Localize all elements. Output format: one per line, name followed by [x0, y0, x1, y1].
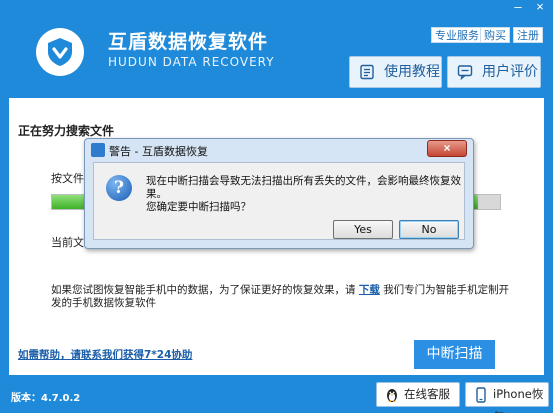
app-subtitle: HUDUN DATA RECOVERY — [108, 55, 275, 69]
yes-button[interactable]: Yes — [333, 220, 393, 239]
shield-check-icon — [48, 38, 72, 66]
penguin-icon — [387, 389, 397, 402]
tutorial-button[interactable]: 使用教程 — [349, 56, 442, 88]
online-service-button[interactable]: 在线客服 — [376, 382, 460, 407]
iphone-recovery-button[interactable]: iPhone恢复 — [465, 382, 549, 413]
mobile-recovery-note: 如果您试图恢复智能手机中的数据，为了保证更好的恢复效果，请 下载 我们专门为智能… — [51, 284, 511, 310]
comment-icon — [457, 65, 473, 80]
dialog-body: ? 现在中断扫描会导致无法扫描出所有丢失的文件，会影响最终恢复效果。 您确定要中… — [93, 162, 465, 240]
user-review-button[interactable]: 用户评价 — [447, 56, 541, 88]
tutorial-label: 使用教程 — [384, 64, 440, 80]
iphone-recovery-label: iPhone恢复 — [493, 387, 544, 413]
app-title: 互盾数据恢复软件 — [108, 31, 269, 53]
app-shield-icon — [91, 143, 105, 157]
current-directory-label: 当前文 — [51, 236, 84, 249]
app-window: 互盾数据恢复软件 HUDUN DATA RECOVERY – × 专业服务 购买… — [0, 0, 553, 413]
help-link[interactable]: 如需帮助，请联系我们获得7*24协助 — [18, 347, 192, 362]
document-icon — [360, 64, 374, 80]
app-footer: 版本：4.7.0.2 在线客服 iPhone恢复 — [0, 375, 553, 413]
stop-scan-button[interactable]: 中断扫描 — [414, 340, 495, 369]
hudun-logo — [36, 28, 84, 76]
online-service-label: 在线客服 — [404, 387, 450, 401]
register-link[interactable]: 注册 — [513, 27, 543, 43]
dialog-message: 现在中断扫描会导致无法扫描出所有丢失的文件，会影响最终恢复效果。 您确定要中断扫… — [146, 175, 462, 214]
version-label: 版本：4.7.0.2 — [11, 393, 81, 404]
minimize-button[interactable]: – — [508, 0, 528, 16]
scan-heading: 正在努力搜索文件 — [18, 124, 115, 138]
download-link[interactable]: 下载 — [359, 284, 380, 296]
question-icon: ? — [106, 175, 132, 201]
dialog-title: 警告 - 互盾数据恢复 — [109, 145, 208, 158]
user-review-label: 用户评价 — [482, 64, 538, 80]
phone-icon — [476, 387, 486, 403]
buy-link[interactable]: 购买 — [480, 27, 510, 43]
dialog-message-line-2: 您确定要中断扫描吗？ — [146, 201, 251, 213]
mobile-note-text: 如果您试图恢复智能手机中的数据，为了保证更好的恢复效果，请 — [51, 284, 356, 296]
dialog-titlebar[interactable]: 警告 - 互盾数据恢复 × — [85, 139, 473, 161]
professional-service-link[interactable]: 专业服务 — [431, 27, 483, 43]
close-button[interactable]: × — [530, 0, 550, 16]
by-file-label: 按文件 — [51, 172, 84, 185]
dialog-message-line-1: 现在中断扫描会导致无法扫描出所有丢失的文件，会影响最终恢复效果。 — [146, 175, 461, 200]
warning-dialog: 警告 - 互盾数据恢复 × ? 现在中断扫描会导致无法扫描出所有丢失的文件，会影… — [84, 138, 474, 249]
dialog-close-button[interactable]: × — [427, 140, 467, 157]
app-header: 互盾数据恢复软件 HUDUN DATA RECOVERY – × 专业服务 购买… — [0, 0, 553, 98]
no-button[interactable]: No — [399, 220, 459, 239]
